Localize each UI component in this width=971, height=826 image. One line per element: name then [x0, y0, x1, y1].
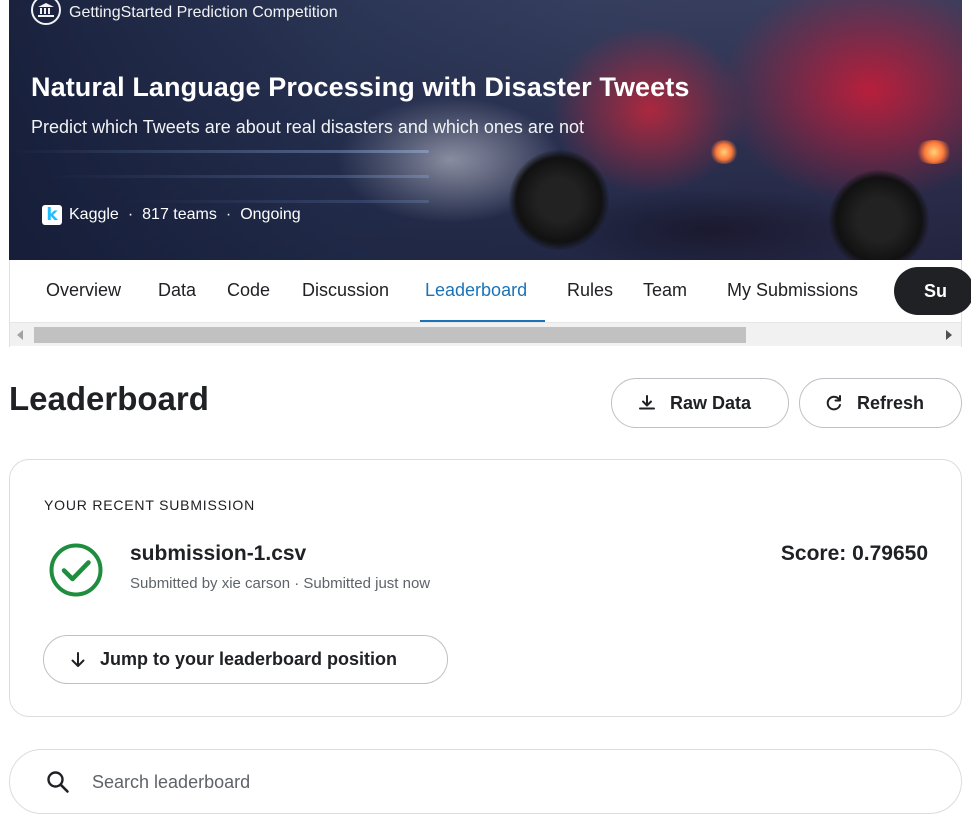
- refresh-button[interactable]: Refresh: [799, 378, 962, 428]
- competition-header: GettingStarted Prediction Competition Na…: [9, 0, 962, 260]
- tab-code[interactable]: Code: [227, 280, 270, 301]
- motion-streak: [129, 200, 429, 203]
- search-icon: [47, 771, 69, 793]
- motion-streak: [9, 150, 429, 153]
- section-label: YOUR RECENT SUBMISSION: [44, 497, 256, 513]
- meta-separator: ·: [225, 206, 232, 223]
- scroll-right-arrow-icon[interactable]: [946, 330, 952, 340]
- competition-title: Natural Language Processing with Disaste…: [31, 72, 690, 102]
- tab-my-submissions[interactable]: My Submissions: [727, 280, 858, 301]
- kaggle-logo-icon: k: [42, 205, 62, 225]
- download-icon: [639, 395, 655, 410]
- competition-subtitle: Predict which Tweets are about real disa…: [31, 117, 584, 137]
- tab-discussion[interactable]: Discussion: [302, 280, 389, 301]
- refresh-icon: [826, 395, 841, 411]
- search-input[interactable]: [92, 768, 912, 796]
- motion-streak: [49, 175, 429, 178]
- vehicle-wheel: [509, 150, 609, 250]
- vehicle-wheel: [829, 170, 929, 260]
- check-circle-icon: [49, 543, 103, 597]
- jump-to-position-button[interactable]: Jump to your leaderboard position: [43, 635, 448, 684]
- competition-type-label: GettingStarted Prediction Competition: [69, 4, 338, 21]
- tab-overview[interactable]: Overview: [46, 280, 121, 301]
- competition-meta: k Kaggle · 817 teams · Ongoing: [42, 205, 301, 225]
- team-count: 817 teams: [142, 206, 217, 223]
- horizontal-scrollbar[interactable]: [10, 322, 961, 346]
- competition-status: Ongoing: [240, 206, 301, 223]
- submit-prediction-button[interactable]: Su: [894, 267, 971, 315]
- scroll-left-arrow-icon[interactable]: [17, 330, 23, 340]
- jump-label: Jump to your leaderboard position: [100, 649, 398, 669]
- competition-type: GettingStarted Prediction Competition: [31, 0, 338, 26]
- tab-leaderboard[interactable]: Leaderboard: [425, 280, 527, 301]
- recent-submission-card: YOUR RECENT SUBMISSION submission-1.csv …: [9, 459, 962, 717]
- scrollbar-thumb[interactable]: [34, 327, 746, 343]
- submission-meta: Submitted by xie carson · Submitted just…: [130, 575, 431, 592]
- arrow-down-icon: [71, 651, 85, 667]
- host-link[interactable]: Kaggle: [69, 206, 119, 224]
- raw-data-label: Raw Data: [670, 392, 752, 413]
- competition-tab-bar: Overview Data Code Discussion Leaderboar…: [9, 260, 971, 347]
- tab-team[interactable]: Team: [643, 280, 687, 301]
- submission-score: Score: 0.79650: [780, 542, 928, 565]
- leaderboard-search[interactable]: [9, 749, 962, 814]
- page-title: Leaderboard: [9, 380, 209, 417]
- tab-data[interactable]: Data: [158, 280, 196, 301]
- vehicle-light: [914, 140, 954, 164]
- bank-icon: [31, 0, 61, 25]
- submission-file-name: submission-1.csv: [130, 542, 307, 565]
- raw-data-button[interactable]: Raw Data: [611, 378, 789, 428]
- meta-separator: ·: [127, 206, 134, 223]
- tab-list: Overview Data Code Discussion Leaderboar…: [10, 260, 971, 323]
- vehicle-light: [709, 140, 739, 164]
- tab-rules[interactable]: Rules: [567, 280, 613, 301]
- refresh-label: Refresh: [857, 392, 925, 413]
